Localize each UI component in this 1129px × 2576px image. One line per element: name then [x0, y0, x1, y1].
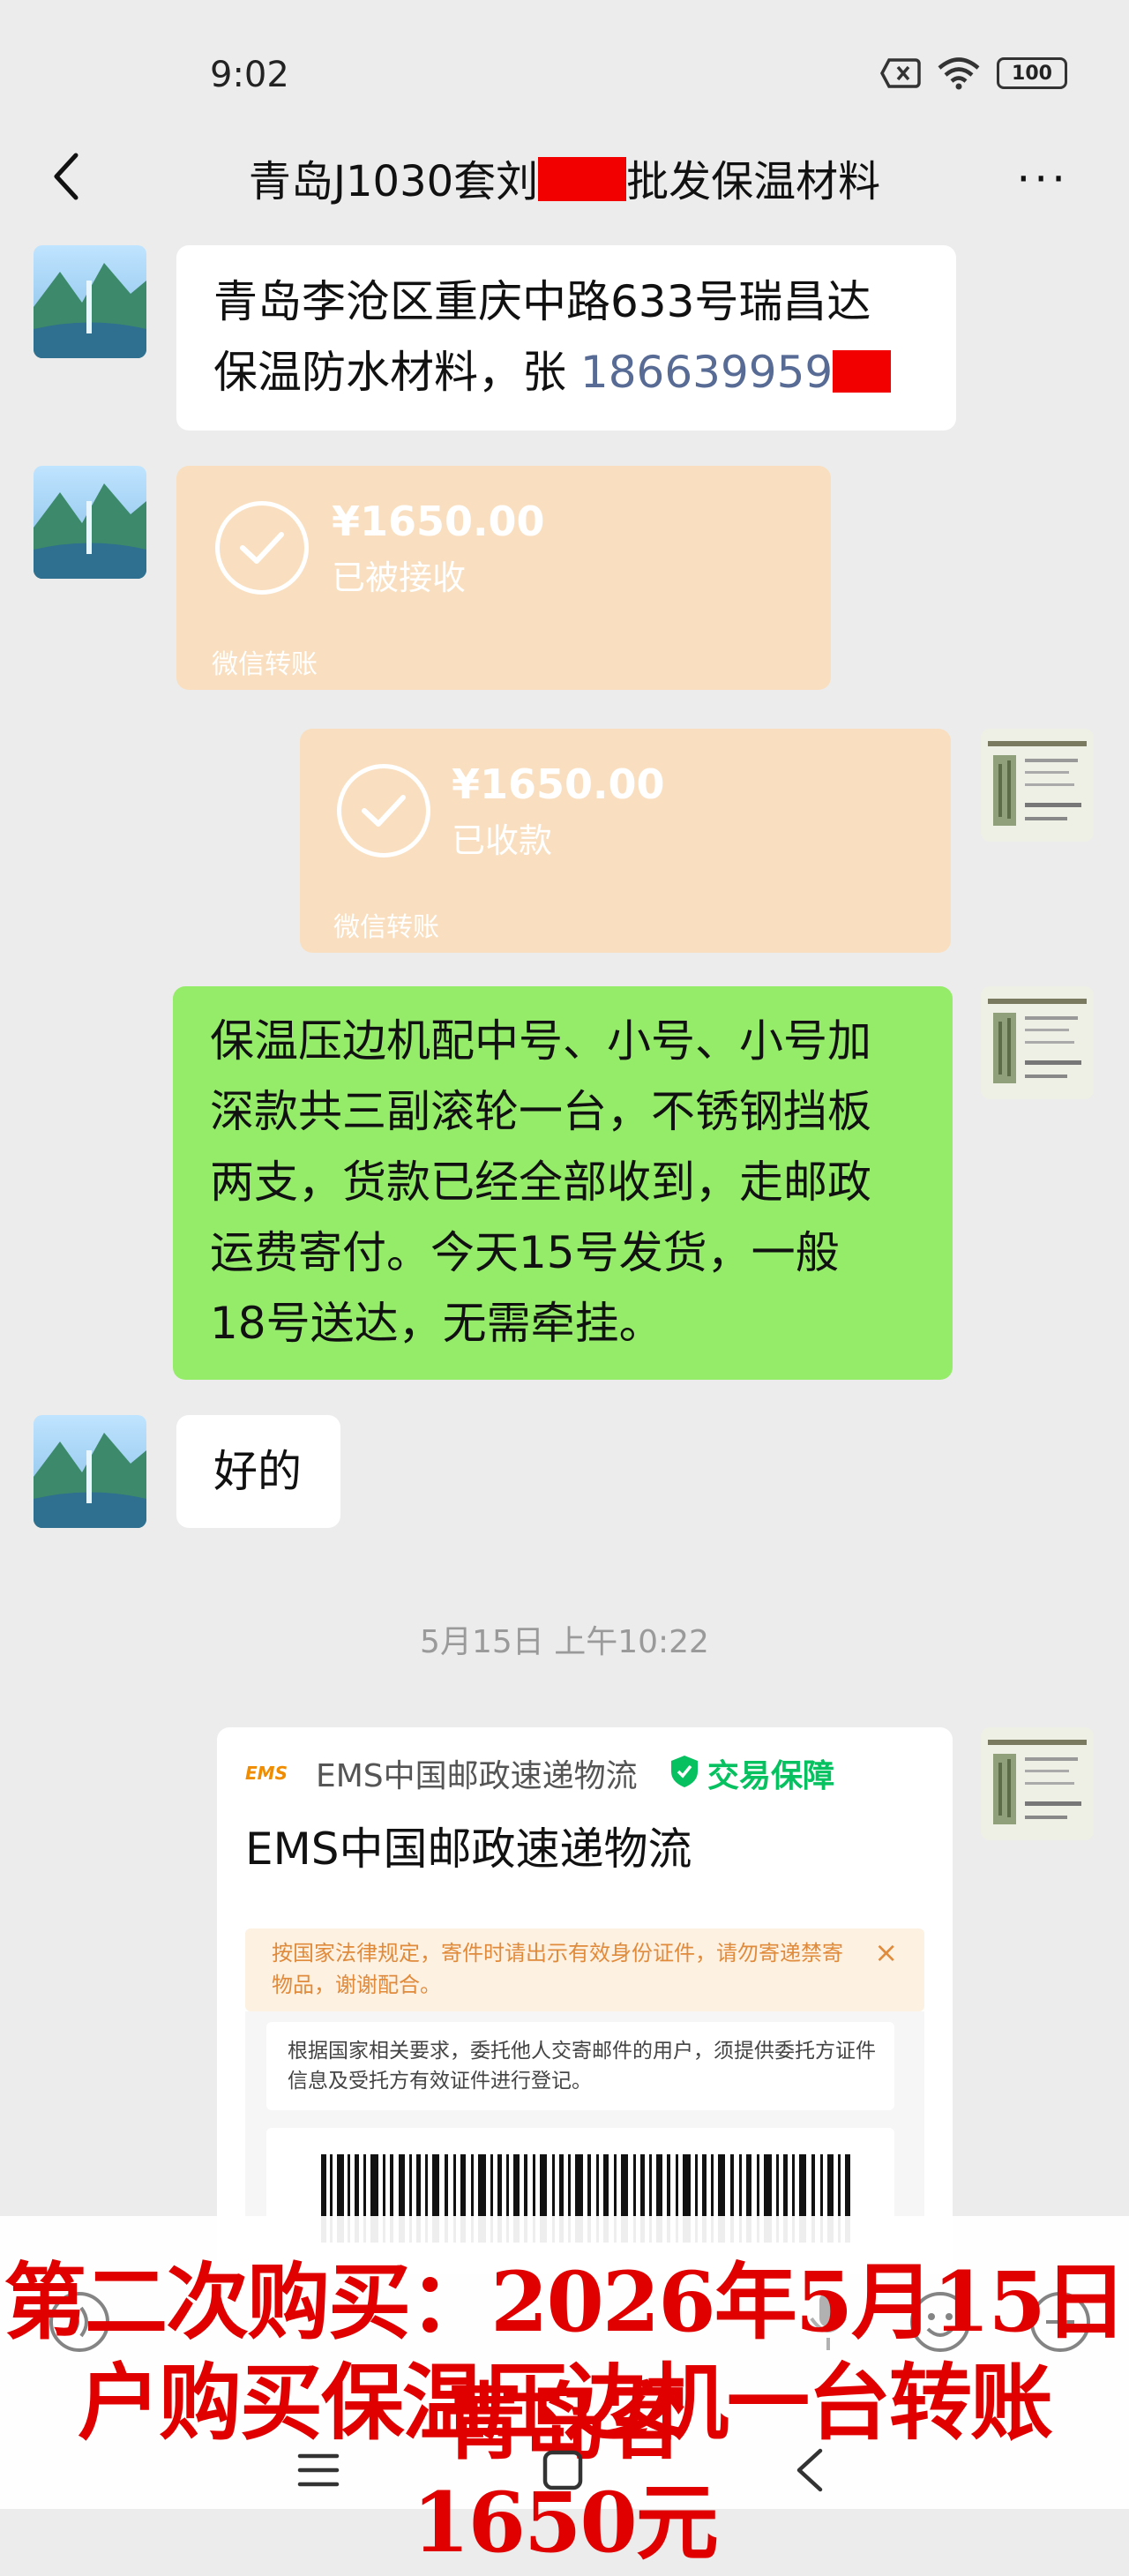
info-box: 根据国家相关要求，委托他人交寄邮件的用户，须提供委托方证件信息及受托方有效证件进…	[266, 2022, 894, 2110]
notice-banner: 按国家法律规定，寄件时请出示有效身份证件，请勿寄递禁寄物品，谢谢配合。 ×	[245, 1928, 924, 2011]
landscape-avatar-image	[34, 1415, 146, 1528]
transfer-status: 已收款	[452, 821, 553, 860]
chat-title-prefix: 青岛J1030套刘	[248, 157, 539, 206]
menu-nav-icon[interactable]	[296, 2451, 340, 2490]
message-text-line: 两支，货款已经全部收到，走邮政	[210, 1157, 871, 1208]
phone-number-link[interactable]: 186639959	[580, 347, 833, 398]
message-text-line: 深款共三副滚轮一台，不锈钢挡板	[210, 1086, 871, 1137]
transfer-label: 微信转账	[333, 912, 439, 943]
message-text: 好的	[213, 1446, 302, 1497]
my-avatar[interactable]	[981, 1727, 1094, 1840]
transfer-card[interactable]: ¥1650.00 已收款 微信转账	[300, 729, 951, 953]
business-card-avatar-image	[981, 729, 1094, 842]
status-time: 9:02	[210, 55, 289, 95]
trade-protection-badge: 交易保障	[707, 1758, 835, 1794]
ems-shared-card[interactable]: EMS EMS中国邮政速递物流 交易保障 EMS中国邮政速递物流 按国家法律规定…	[217, 1727, 953, 2274]
message-text-line: 保温压边机配中号、小号、小号加	[210, 1015, 871, 1067]
my-avatar[interactable]	[981, 986, 1094, 1099]
my-avatar[interactable]	[981, 729, 1094, 842]
caption-overlay: 第二次购买：2026年5月15日青岛客 户购买保温压边机一台转账1650元	[0, 2216, 1129, 2572]
transfer-amount: ¥1650.00	[452, 760, 665, 808]
redaction-block	[833, 350, 892, 393]
landscape-avatar-image	[34, 245, 146, 358]
shield-icon	[671, 1756, 698, 1787]
status-icons: 100	[880, 56, 1067, 90]
info-text: 根据国家相关要求，委托他人交寄邮件的用户，须提供委托方证件信息及受托方有效证件进…	[288, 2040, 876, 2093]
message-text-line: 青岛李沧区重庆中路633号瑞昌达	[213, 276, 871, 327]
battery-indicator: 100	[997, 57, 1067, 89]
notice-close-button[interactable]: ×	[874, 1936, 898, 1969]
contact-avatar[interactable]	[34, 1415, 146, 1528]
message-text: 保温防水材料，张	[213, 347, 580, 398]
status-bar: 9:02 100	[0, 0, 1129, 141]
home-nav-icon[interactable]	[542, 2449, 584, 2491]
redaction-block	[538, 157, 627, 201]
chat-title-suffix: 批发保温材料	[626, 157, 881, 206]
contact-avatar[interactable]	[34, 245, 146, 358]
message-bubble[interactable]: 保温压边机配中号、小号、小号加 深款共三副滚轮一台，不锈钢挡板 两支，货款已经全…	[173, 986, 953, 1380]
business-card-avatar-image	[981, 1727, 1094, 1840]
ems-logo: EMS	[245, 1763, 288, 1784]
transfer-label: 微信转账	[212, 649, 318, 680]
wifi-icon	[938, 57, 980, 90]
transfer-card[interactable]: ¥1650.00 已被接收 微信转账	[176, 466, 831, 690]
chat-timestamp: 5月15日 上午10:22	[420, 1624, 709, 1660]
message-text-line: 运费寄付。今天15号发货，一般	[210, 1227, 840, 1278]
transfer-status: 已被接收	[332, 558, 467, 597]
card-source: EMS中国邮政速递物流	[316, 1758, 638, 1794]
chat-title: 青岛J1030套刘 批发保温材料	[0, 146, 1129, 208]
card-title: EMS中国邮政速递物流	[245, 1823, 692, 1875]
check-circle-icon	[337, 764, 430, 857]
notice-text: 按国家法律规定，寄件时请出示有效身份证件，请勿寄递禁寄物品，谢谢配合。	[272, 1941, 843, 1997]
more-options-button[interactable]: ···	[1016, 154, 1069, 205]
message-bubble[interactable]: 好的	[176, 1415, 340, 1528]
contact-avatar[interactable]	[34, 466, 146, 579]
landscape-avatar-image	[34, 466, 146, 579]
sim-off-icon	[880, 58, 921, 88]
back-nav-icon[interactable]	[790, 2447, 829, 2493]
message-text-line: 18号送达，无需牵挂。	[210, 1298, 663, 1349]
message-text-line: 保温防水材料，张 186639959	[213, 337, 892, 408]
business-card-avatar-image	[981, 986, 1094, 1099]
transfer-amount: ¥1650.00	[332, 498, 545, 545]
message-bubble[interactable]: 青岛李沧区重庆中路633号瑞昌达 保温防水材料，张 186639959	[176, 245, 956, 431]
check-circle-icon	[215, 501, 309, 595]
